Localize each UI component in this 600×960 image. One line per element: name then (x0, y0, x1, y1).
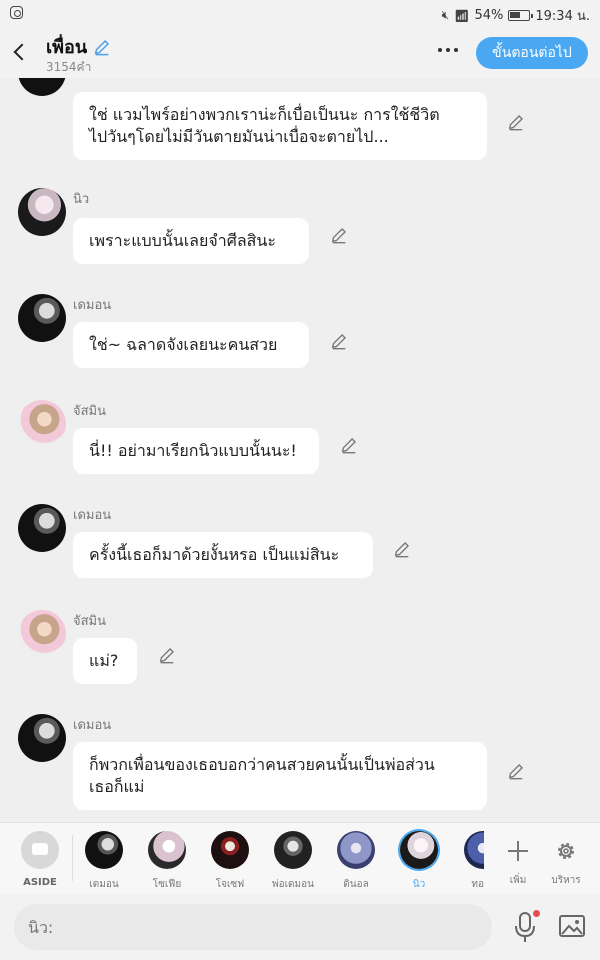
cast-item[interactable]: โจเซฟ (202, 831, 258, 892)
cast-avatar (400, 831, 438, 869)
next-step-button[interactable]: ขั้นตอนต่อไป (476, 37, 588, 69)
back-arrow-icon[interactable] (10, 38, 30, 64)
divider (72, 835, 73, 881)
cast-item[interactable]: ทอ (454, 831, 484, 892)
cast-item-selected[interactable]: นิว (391, 831, 447, 892)
avatar[interactable] (18, 400, 66, 448)
mute-icon: 🔇︎ (441, 8, 450, 22)
character-bar: ASIDE เดมอน โซเฟีย โจเซฟ พ่อเดมอน ดินอล … (0, 822, 600, 894)
battery-icon (508, 10, 534, 21)
more-options-icon[interactable] (434, 36, 462, 64)
cast-label: โซเฟีย (152, 879, 182, 890)
aside-button[interactable]: ASIDE (20, 831, 60, 888)
avatar[interactable] (18, 294, 66, 342)
message-bubble[interactable]: เพราะแบบนั้นเลยจำศีลสินะ (73, 218, 309, 264)
plus-icon (498, 831, 538, 871)
avatar[interactable] (18, 188, 66, 236)
word-count: 3154คำ (46, 60, 92, 74)
wifi-icon: 📶︎ (454, 8, 470, 23)
cast-avatar (211, 831, 249, 869)
message-line: ก็พวกเพื่อนของเธอบอกว่าคนสวยคนนั้นเป็นพ่… (89, 755, 435, 774)
cast-label: เดมอน (89, 879, 119, 890)
microphone-icon[interactable] (512, 910, 540, 944)
message-bubble[interactable]: ก็พวกเพื่อนของเธอบอกว่าคนสวยคนนั้นเป็นพ่… (73, 742, 487, 810)
message-line: ใช่~ ฉลาดจังเลยนะคนสวย (89, 335, 278, 354)
edit-message-icon[interactable] (507, 762, 525, 780)
edit-message-icon[interactable] (507, 113, 525, 131)
speaker-name: เดมอน (73, 718, 112, 733)
edit-message-icon[interactable] (393, 540, 411, 558)
page-title[interactable]: เพื่อน (46, 32, 111, 61)
cast-label: ทอ (471, 879, 484, 890)
recording-dot (533, 910, 540, 917)
message-line: ใช่ แวมไพร์อย่างพวกเราน่ะก็เบื่อเป็นนะ ก… (89, 105, 440, 124)
cast-item[interactable]: พ่อเดมอน (265, 831, 321, 892)
message-line: เธอก็แม่ (89, 777, 145, 796)
chat-area: ใช่ แวมไพร์อย่างพวกเราน่ะก็เบื่อเป็นนะ ก… (0, 78, 600, 822)
message-bubble[interactable]: ใช่~ ฉลาดจังเลยนะคนสวย (73, 322, 309, 368)
cast-item[interactable]: เดมอน (76, 831, 132, 892)
speaker-name: นิว (73, 192, 90, 207)
message-bubble[interactable]: ครั้งนี้เธอก็มาด้วยงั้นหรอ เป็นแม่สินะ (73, 532, 373, 578)
speaker-name: เดมอน (73, 298, 112, 313)
app-header: เพื่อน 3154คำ ขั้นตอนต่อไป (0, 28, 600, 78)
avatar[interactable] (18, 610, 66, 658)
avatar[interactable] (18, 714, 66, 762)
message-line: ไปวันๆโดยไม่มีวันตายมันน่าเบื่อจะตายไป..… (89, 127, 389, 146)
edit-message-icon[interactable] (158, 646, 176, 664)
title-text: เพื่อน (46, 37, 88, 58)
chat-bubble-icon (21, 831, 59, 869)
add-cast-button[interactable]: เพิ่ม (498, 831, 538, 888)
gear-icon (546, 831, 586, 871)
avatar[interactable] (18, 504, 66, 552)
edit-title-icon[interactable] (93, 38, 111, 56)
status-right: 🔇︎ 📶︎ 54% 19:34 น. (442, 5, 590, 26)
edit-message-icon[interactable] (330, 332, 348, 350)
image-icon[interactable] (558, 912, 586, 940)
add-label: เพิ่ม (509, 875, 527, 886)
message-line: นี่!! อย่ามาเรียกนิวแบบนั้นนะ! (89, 441, 297, 460)
speaker-name: จัสมิน (73, 404, 107, 419)
speaker-name: เดมอน (73, 508, 112, 523)
clock: 19:34 น. (535, 9, 590, 24)
message-bubble[interactable]: แม่? (73, 638, 137, 684)
cast-label: พ่อเดมอน (272, 879, 314, 890)
message-line: เพราะแบบนั้นเลยจำศีลสินะ (89, 231, 276, 250)
instagram-icon (10, 6, 23, 19)
cast-label: ดินอล (343, 879, 369, 890)
avatar[interactable] (18, 78, 66, 96)
message-input[interactable] (14, 904, 492, 950)
cast-item[interactable]: ดินอล (328, 831, 384, 892)
aside-label: ASIDE (23, 877, 57, 888)
speaker-name: จัสมิน (73, 614, 107, 629)
message-bubble[interactable]: ใช่ แวมไพร์อย่างพวกเราน่ะก็เบื่อเป็นนะ ก… (73, 92, 487, 160)
message-line: ครั้งนี้เธอก็มาด้วยงั้นหรอ เป็นแม่สินะ (89, 545, 340, 564)
cast-avatar (274, 831, 312, 869)
message-line: แม่? (89, 651, 119, 670)
cast-avatar (148, 831, 186, 869)
manage-cast-button[interactable]: บริหาร (546, 831, 586, 888)
message-bubble[interactable]: นี่!! อย่ามาเรียกนิวแบบนั้นนะ! (73, 428, 319, 474)
cast-avatar (337, 831, 375, 869)
manage-label: บริหาร (551, 875, 581, 886)
cast-avatar (85, 831, 123, 869)
cast-label: โจเซฟ (215, 879, 245, 890)
edit-message-icon[interactable] (330, 226, 348, 244)
input-bar (0, 894, 600, 960)
cast-avatar (464, 831, 484, 869)
battery-percent: 54% (474, 8, 504, 23)
status-bar: 🔇︎ 📶︎ 54% 19:34 น. (0, 0, 600, 28)
cast-label: นิว (412, 879, 426, 890)
edit-message-icon[interactable] (340, 436, 358, 454)
cast-item[interactable]: โซเฟีย (139, 831, 195, 892)
